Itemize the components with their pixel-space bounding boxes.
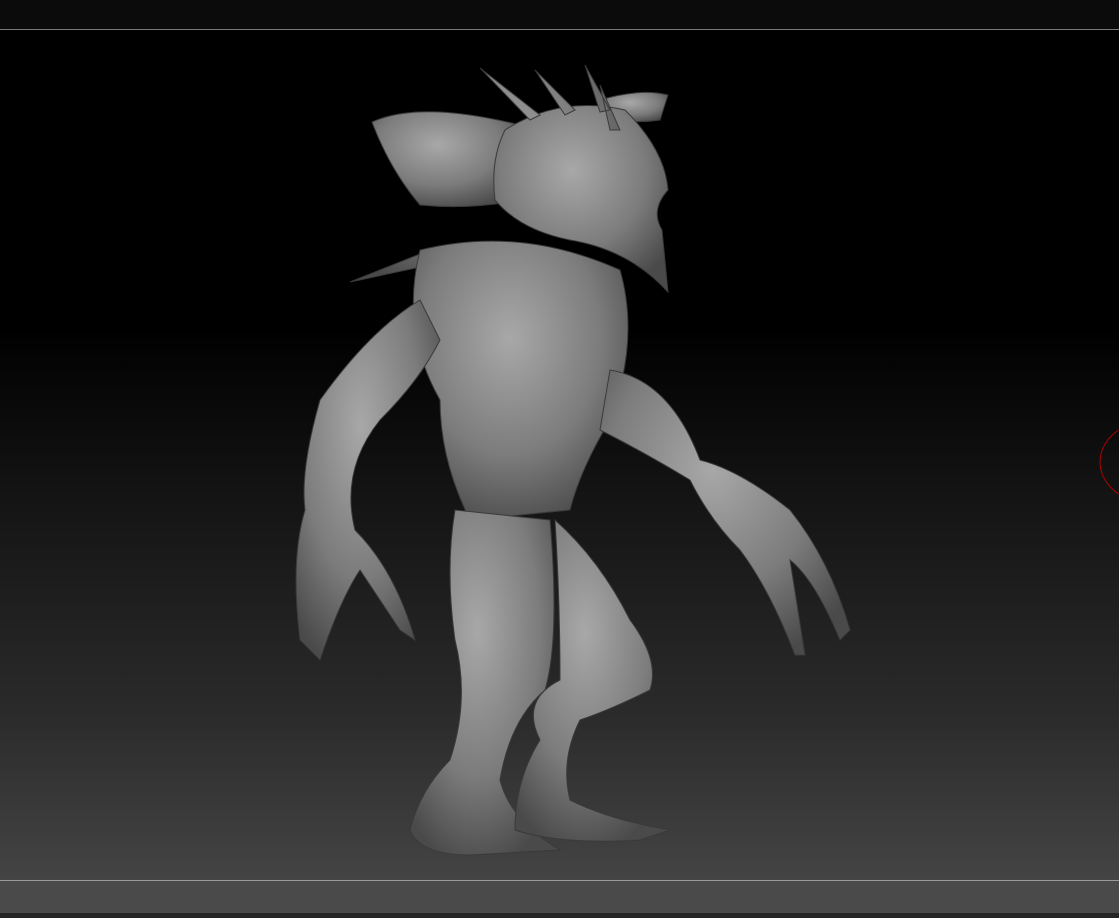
sculpt-model[interactable]	[0, 0, 1119, 918]
model-left-arm	[295, 299, 441, 661]
bottom-edge	[0, 913, 1119, 918]
brush-cursor-icon	[1099, 429, 1119, 495]
model-right-arm	[599, 369, 851, 656]
bottom-shelf	[0, 881, 1119, 913]
model-torso	[412, 240, 629, 521]
